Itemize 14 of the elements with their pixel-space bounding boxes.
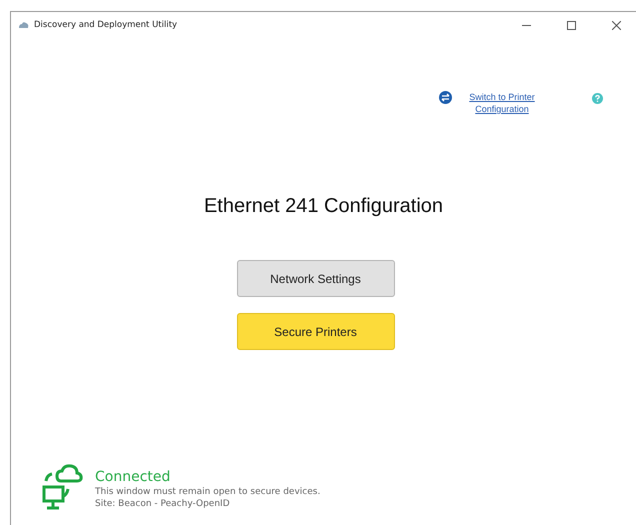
maximize-icon[interactable] — [566, 20, 576, 30]
status-title: Connected — [95, 469, 172, 485]
page-heading: Ethernet 241 Configuration — [202, 195, 444, 218]
minimize-icon[interactable] — [522, 24, 530, 26]
status-message: This window must remain open to secure devices. — [95, 487, 320, 497]
swap-icon — [439, 91, 452, 104]
close-icon[interactable] — [612, 20, 620, 30]
app-icon — [18, 21, 29, 29]
site-label: Site: Beacon - Peachy-OpenID — [95, 499, 231, 509]
window-title: Discovery and Deployment Utility — [34, 20, 178, 30]
secure-printers-button[interactable]: Secure Printers — [236, 313, 394, 350]
switch-configuration-link[interactable]: Switch to Printer Configuration — [439, 91, 546, 115]
connection-icon — [41, 463, 85, 511]
network-settings-button[interactable]: Network Settings — [236, 260, 394, 297]
